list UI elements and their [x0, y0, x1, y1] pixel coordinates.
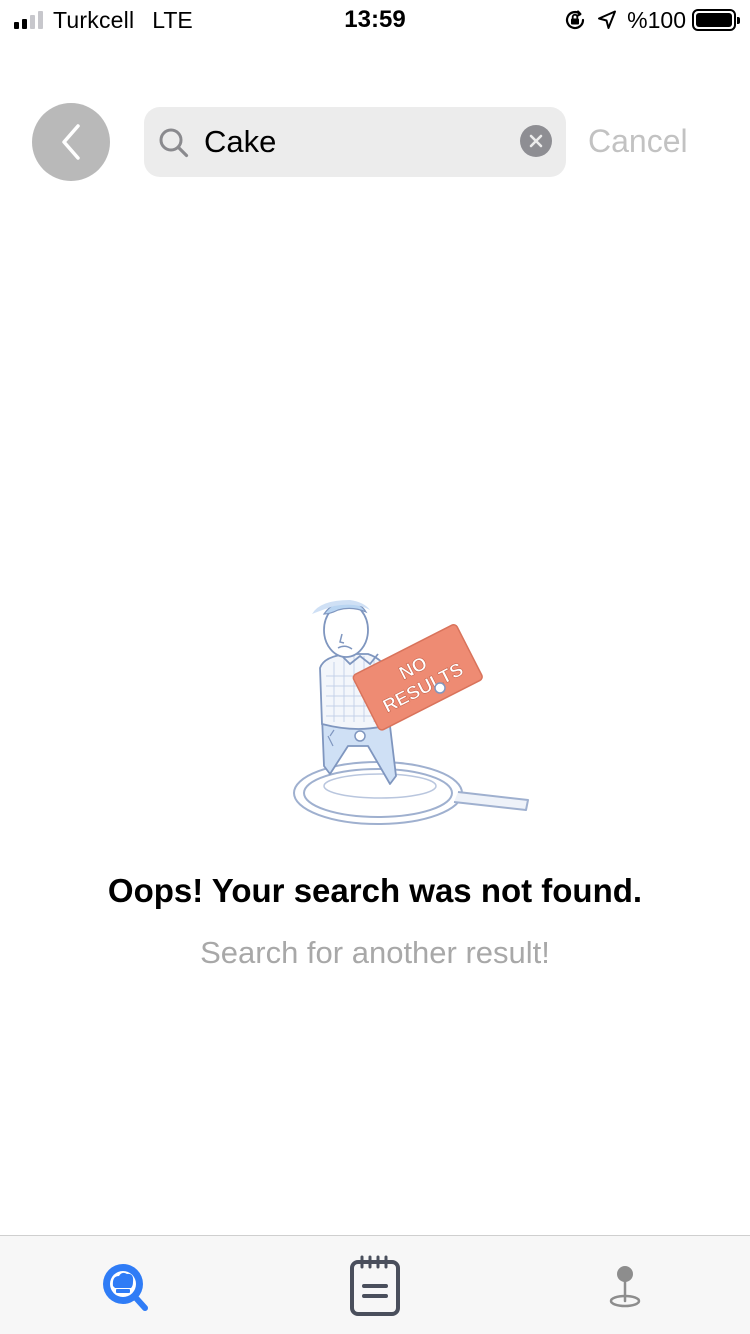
chevron-left-icon	[62, 124, 80, 160]
tab-bar	[0, 1235, 750, 1334]
tab-search[interactable]	[0, 1236, 250, 1334]
clear-circle-icon	[529, 134, 543, 148]
chef-search-icon	[103, 1263, 148, 1311]
notepad-icon	[350, 1255, 400, 1316]
battery-icon	[692, 9, 740, 31]
no-results-illustration: NO RESULTS	[293, 600, 529, 825]
clear-search-button[interactable]	[520, 125, 552, 157]
cancel-button[interactable]: Cancel	[588, 118, 688, 164]
empty-state-subtitle: Search for another result!	[200, 935, 550, 970]
search-icon	[159, 128, 189, 158]
empty-state-title: Oops! Your search was not found.	[107, 872, 643, 909]
tab-notes[interactable]	[250, 1236, 500, 1334]
battery-percentage: %100	[627, 6, 686, 33]
location-arrow-icon	[598, 10, 617, 29]
tab-location[interactable]	[500, 1236, 750, 1334]
status-right: %100	[563, 6, 740, 34]
search-bar[interactable]	[144, 107, 566, 177]
location-pin-icon	[609, 1265, 641, 1307]
search-input[interactable]	[204, 121, 504, 163]
status-bar: Turkcell LTE 13:59 %100	[0, 0, 750, 40]
back-button[interactable]	[32, 103, 110, 181]
orientation-lock-icon	[566, 10, 585, 30]
